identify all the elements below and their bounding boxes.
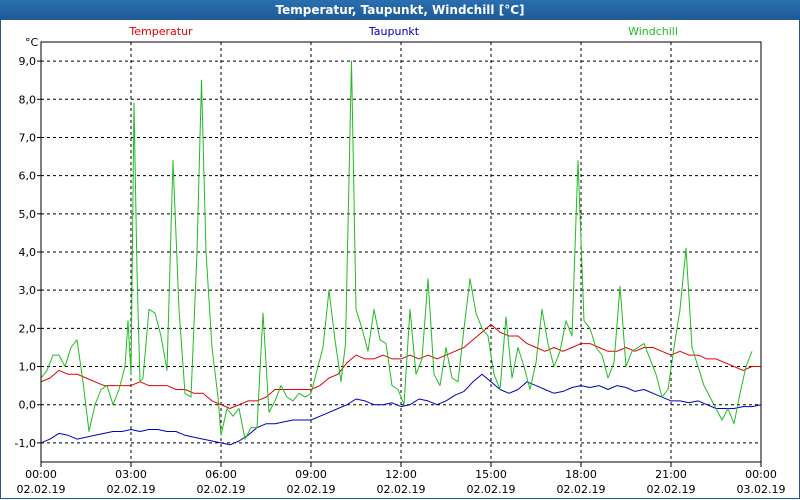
legend: Temperatur Taupunkt Windchill (128, 25, 678, 38)
chart-frame: -1,0 0,0 1,0 2,0 3,0 4,0 5,0 6,0 7,0 8,0 9,0 °C 00:0… (0, 20, 800, 499)
y-tick-label: 6,0 (19, 170, 37, 183)
x-tick-time: 06:00 (205, 468, 237, 481)
x-tick-time: 21:00 (655, 468, 687, 481)
x-tick-date: 02.02.19 (467, 483, 516, 496)
y-tick-label: 5,0 (19, 208, 37, 221)
y-tick-label: 2,0 (19, 322, 37, 335)
x-tick-time: 03:00 (115, 468, 147, 481)
x-tick-time: 18:00 (565, 468, 597, 481)
series-line-windchill (40, 60, 753, 440)
line-chart: -1,0 0,0 1,0 2,0 3,0 4,0 5,0 6,0 7,0 8,0 9,0 °C 00:0… (15, 25, 786, 496)
x-tick-date: 02.02.19 (647, 483, 696, 496)
x-tick-date: 02.02.19 (197, 483, 246, 496)
x-tick-time: 09:00 (295, 468, 327, 481)
x-tick-date: 02.02.19 (107, 483, 156, 496)
y-tick-label: -1,0 (15, 437, 36, 450)
y-tick-label: 8,0 (19, 93, 37, 106)
x-tick-date: 02.02.19 (557, 483, 606, 496)
grid (41, 42, 761, 462)
x-tick-date: 02.02.19 (287, 483, 336, 496)
legend-entry-taupunkt: Taupunkt (368, 25, 420, 38)
y-tick-label: 9,0 (19, 55, 37, 68)
x-tick-time: 00:00 (745, 468, 777, 481)
y-tick-label: 1,0 (19, 361, 37, 374)
y-tick-label: 0,0 (19, 399, 37, 412)
y-tick-label: 7,0 (19, 131, 37, 144)
y-tick-label: 4,0 (19, 246, 37, 259)
x-tick-date: 02.02.19 (377, 483, 426, 496)
x-tick-date: 02.02.19 (17, 483, 66, 496)
x-tick-time: 00:00 (25, 468, 57, 481)
y-axis-label: °C (25, 36, 39, 49)
x-tick-date: 03.02.19 (737, 483, 786, 496)
x-tick-time: 12:00 (385, 468, 417, 481)
y-tick-label: 3,0 (19, 284, 37, 297)
x-tick-time: 15:00 (475, 468, 507, 481)
legend-entry-windchill: Windchill (628, 25, 678, 38)
legend-entry-temperatur: Temperatur (128, 25, 193, 38)
chart-title: Temperatur, Taupunkt, Windchill [°C] (0, 0, 800, 20)
axes: -1,0 0,0 1,0 2,0 3,0 4,0 5,0 6,0 7,0 8,0 9,0 °C 00:0… (15, 36, 786, 496)
